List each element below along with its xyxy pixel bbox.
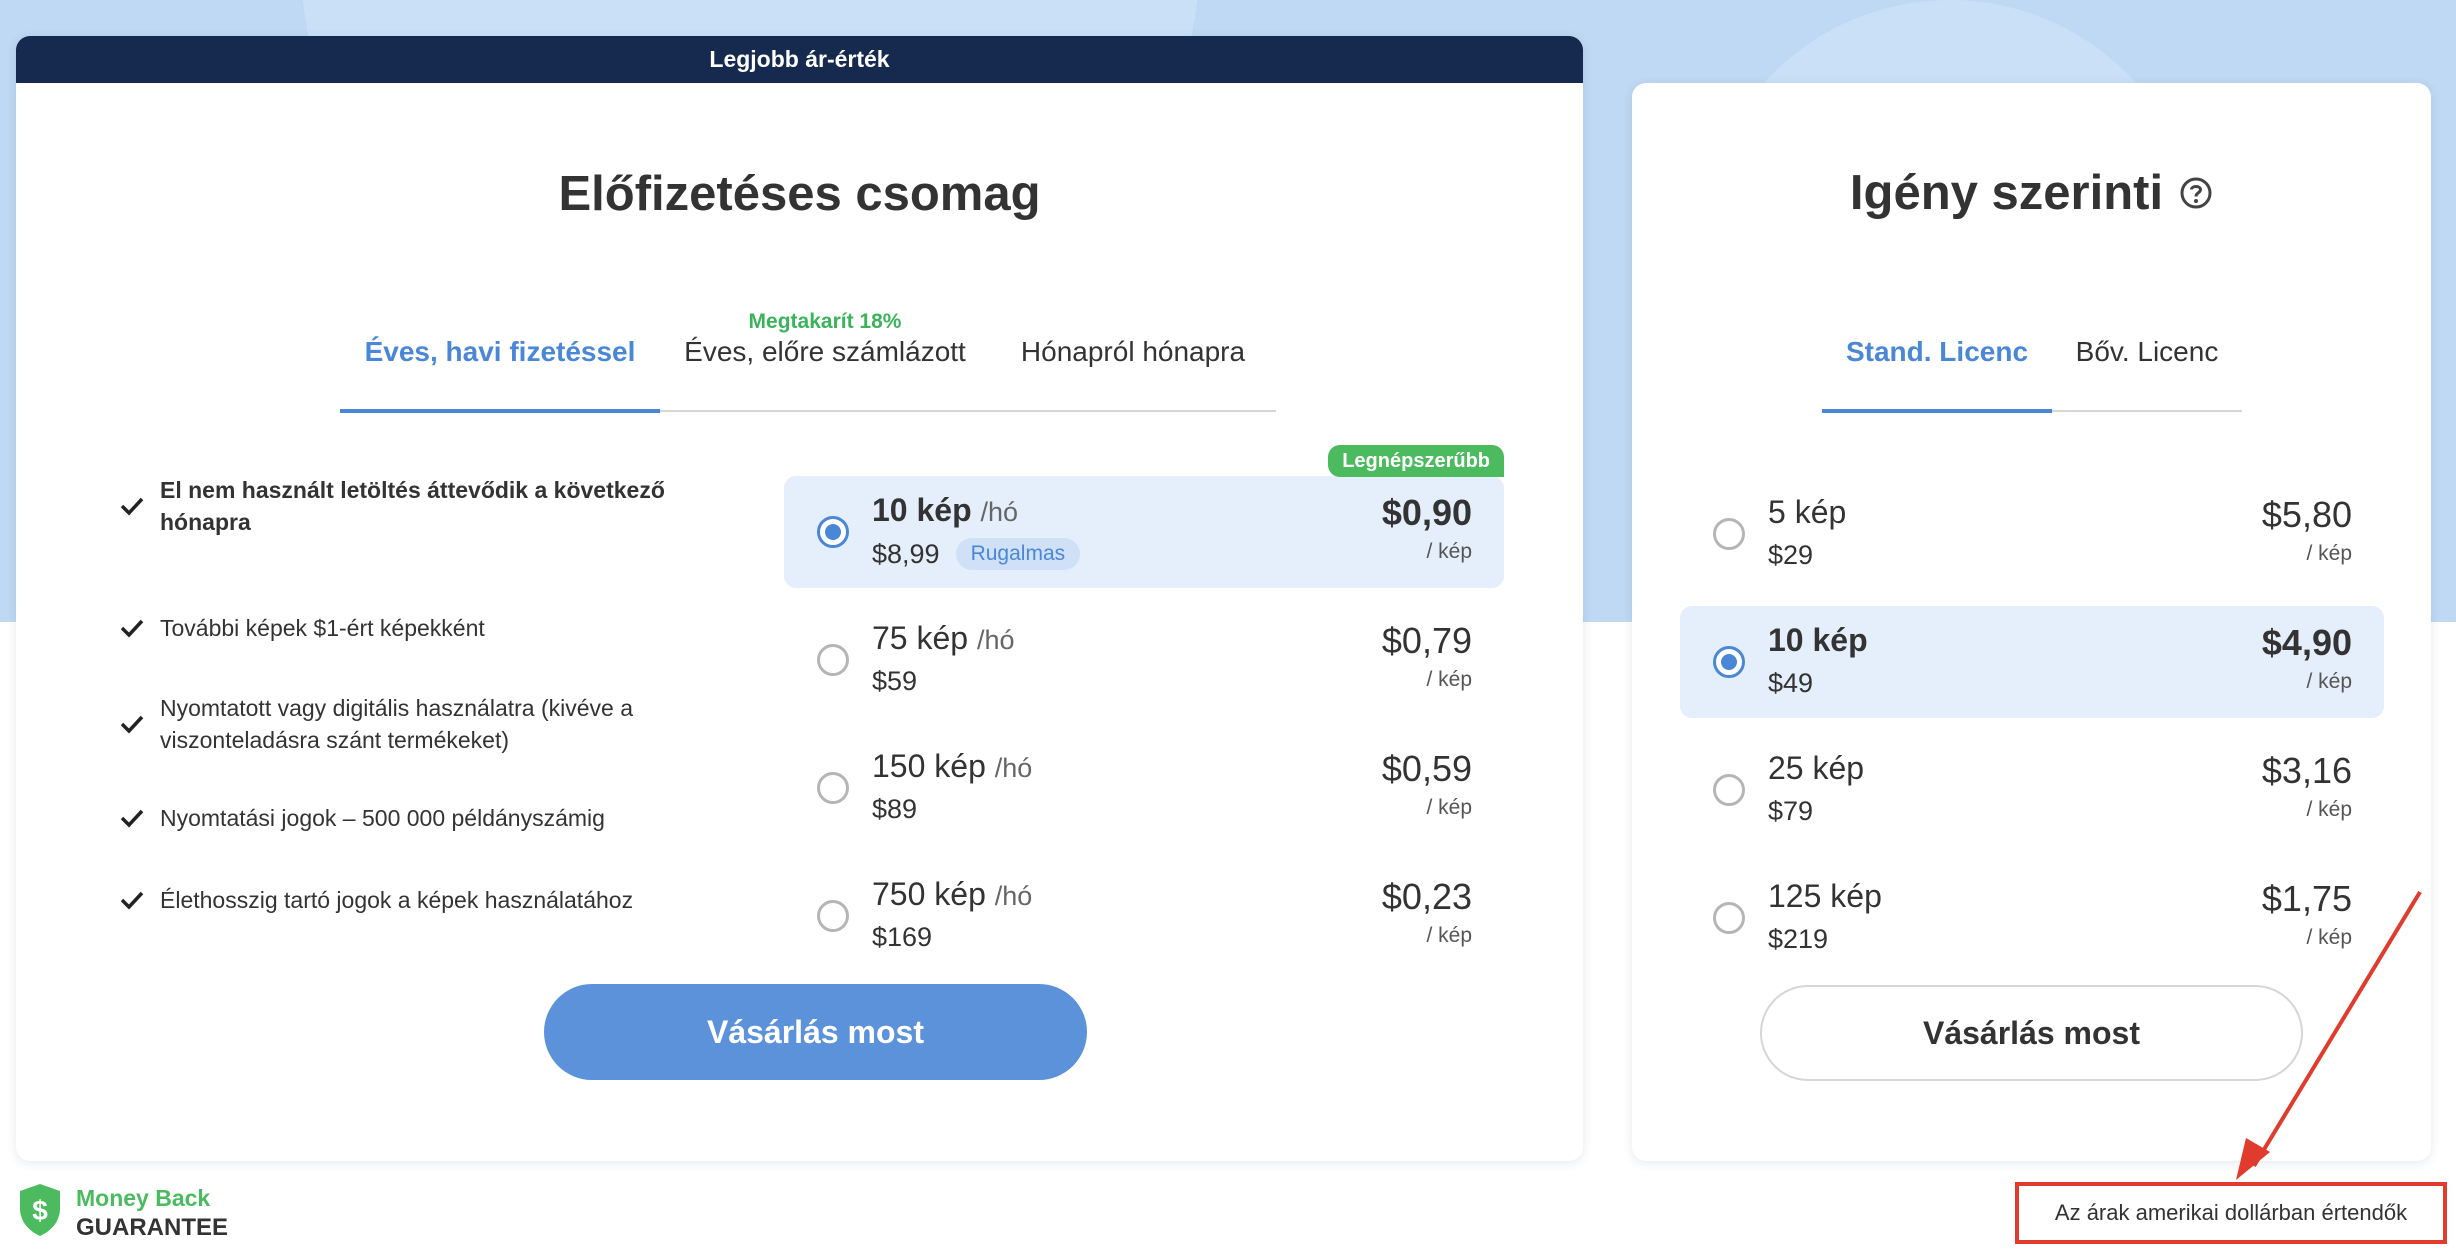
flexible-badge: Rugalmas: [955, 538, 1081, 570]
checkmark-icon: [120, 618, 160, 638]
radio-button[interactable]: [817, 516, 849, 548]
feature-text: El nem használt letöltés áttevődik a köv…: [160, 477, 665, 535]
plan-price: $59: [872, 666, 918, 696]
plan-option-750[interactable]: 750 kép /hó $169 $0,23 / kép: [784, 860, 1504, 972]
shield-dollar-icon: $: [16, 1182, 64, 1243]
tab-label: Éves, előre számlázott: [684, 336, 966, 367]
plan-quantity: 10 kép /hó: [872, 492, 1019, 528]
radio-button[interactable]: [1713, 646, 1745, 678]
plan-price: $8,99 Rugalmas: [872, 538, 1081, 570]
unit-price: $5,80 / kép: [2261, 494, 2352, 565]
unit-price: $0,90 / kép: [1381, 492, 1472, 563]
plan-price: $169: [872, 922, 933, 952]
unit-price: $3,16 / kép: [2261, 750, 2352, 821]
plan-option-25[interactable]: 25 kép $79 $3,16 / kép: [1680, 734, 2384, 846]
plan-option-150[interactable]: 150 kép /hó $89 $0,59 / kép: [784, 732, 1504, 844]
radio-button[interactable]: [1713, 518, 1745, 550]
plan-option-5[interactable]: 5 kép $29 $5,80 / kép: [1680, 478, 2384, 590]
plan-price: $49: [1768, 668, 1814, 698]
feature-item: Nyomtatott vagy digitális használatra (k…: [120, 692, 680, 756]
feature-text: Élethosszig tartó jogok a képek használa…: [160, 887, 634, 913]
tab-label: Éves, havi fizetéssel: [364, 336, 636, 367]
tab-label: Stand. Licenc: [1845, 336, 2029, 367]
unit-price: $4,90 / kép: [2261, 622, 2352, 693]
feature-item: További képek $1-ért képekként: [120, 612, 680, 644]
feature-item: Nyomtatási jogok – 500 000 példányszámig: [120, 802, 680, 834]
radio-button[interactable]: [1713, 902, 1745, 934]
plan-option-10[interactable]: Legnépszerűbb 10 kép /hó $8,99 Rugalmas …: [784, 445, 1504, 588]
plan-quantity: 5 kép: [1768, 494, 1847, 530]
money-back-line2: GUARANTEE: [76, 1213, 229, 1241]
tab-annual-prepaid[interactable]: Megtakarít 18% Éves, előre számlázott: [660, 294, 990, 410]
feature-item: El nem használt letöltés áttevődik a köv…: [120, 474, 680, 538]
help-icon[interactable]: [2179, 176, 2213, 210]
subscription-title: Előfizetéses csomag: [558, 167, 1041, 221]
plan-option-10[interactable]: 10 kép $49 $4,90 / kép: [1680, 606, 2384, 718]
radio-button[interactable]: [817, 772, 849, 804]
on-demand-title: Igény szerinti: [1632, 165, 2431, 221]
plan-price: $29: [1768, 540, 1814, 570]
plan-price: $219: [1768, 924, 1829, 954]
checkmark-icon: [120, 890, 160, 910]
money-back-line1: Money Back: [76, 1184, 211, 1211]
plan-price: $79: [1768, 796, 1814, 826]
most-popular-badge: Legnépszerűbb: [1328, 445, 1504, 477]
tab-standard-license[interactable]: Stand. Licenc: [1822, 294, 2052, 413]
plan-quantity: 125 kép: [1768, 878, 1882, 914]
tab-annual-monthly[interactable]: Éves, havi fizetéssel: [340, 294, 660, 413]
savings-label: Megtakarít 18%: [748, 310, 902, 333]
best-value-banner: Legjobb ár-érték: [16, 36, 1583, 83]
plan-quantity: 25 kép: [1768, 750, 1865, 786]
license-tabs: Stand. Licenc Bőv. Licenc: [1822, 294, 2242, 413]
tab-label: Hónapról hónapra: [1020, 336, 1246, 367]
svg-text:$: $: [32, 1195, 48, 1226]
money-back-guarantee: $ Money Back GUARANTEE: [16, 1182, 228, 1243]
subscription-buy-button[interactable]: Vásárlás most: [544, 984, 1087, 1080]
feature-text: Nyomtatási jogok – 500 000 példányszámig: [160, 805, 605, 831]
checkmark-icon: [120, 496, 160, 516]
radio-button[interactable]: [817, 644, 849, 676]
feature-text: További képek $1-ért képekként: [160, 615, 485, 641]
plan-price: $89: [872, 794, 918, 824]
feature-text: Nyomtatott vagy digitális használatra (k…: [160, 695, 633, 753]
subscription-tabs: Éves, havi fizetéssel Megtakarít 18% Éve…: [340, 294, 1276, 413]
unit-price: $0,79 / kép: [1381, 620, 1472, 691]
plan-quantity: 750 kép /hó: [872, 876, 1033, 912]
radio-button[interactable]: [817, 900, 849, 932]
checkmark-icon: [120, 808, 160, 828]
currency-note: Az árak amerikai dollárban értendők: [2015, 1182, 2447, 1244]
unit-price: $0,23 / kép: [1381, 876, 1472, 947]
tab-month-to-month[interactable]: Hónapról hónapra: [990, 294, 1276, 410]
checkmark-icon: [120, 714, 160, 734]
subscription-card: Legjobb ár-érték Előfizetéses csomag Éve…: [16, 36, 1583, 1161]
tab-label: Bőv. Licenc: [2075, 336, 2219, 367]
feature-item: Élethosszig tartó jogok a képek használa…: [120, 884, 680, 916]
plan-quantity: 10 kép: [1768, 622, 1868, 658]
plan-quantity: 150 kép /hó: [872, 748, 1033, 784]
tab-extended-license[interactable]: Bőv. Licenc: [2052, 294, 2242, 410]
plan-option-75[interactable]: 75 kép /hó $59 $0,79 / kép: [784, 604, 1504, 716]
unit-price: $0,59 / kép: [1381, 748, 1472, 819]
radio-button[interactable]: [1713, 774, 1745, 806]
plan-quantity: 75 kép /hó: [872, 620, 1015, 656]
annotation-arrow-icon: [2236, 890, 2422, 1180]
